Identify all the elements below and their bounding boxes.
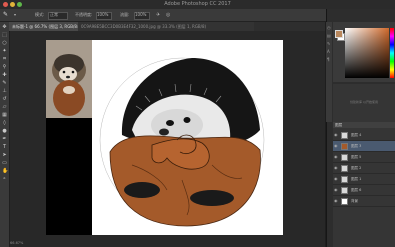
zoom-status: 66.67% xyxy=(10,241,24,245)
layer-name: 图层 2 xyxy=(351,166,362,170)
layer-row[interactable]: ◉ 图层 2 xyxy=(333,163,395,174)
reference-photo xyxy=(46,40,92,118)
flow-value: 100% xyxy=(135,12,147,17)
tab-document-2[interactable]: 0C9A98E5BCC3D0B3E4F32_1000.jpg @ 33.3% (… xyxy=(78,22,254,31)
move-icon[interactable]: ✥ xyxy=(2,25,7,30)
color-picker-field[interactable] xyxy=(345,28,389,78)
layer-name: 图层 1 xyxy=(351,177,362,181)
layer-name: 图层 5 xyxy=(351,155,362,159)
tab-document-1[interactable]: 未标题-1 @ 66.7% (图层 3, RGB/8#) xyxy=(9,22,83,31)
path-select-icon[interactable]: ➤ xyxy=(2,153,7,158)
layer-thumbnail xyxy=(341,176,348,183)
layer-name: 图层 6 xyxy=(351,188,362,192)
panel-icon-strip: ◷ ▤ ✎ A ¶ xyxy=(326,22,332,122)
tab-label: 0C9A98E5BCC3D0B3E4F32_1000.jpg @ 33.3% (… xyxy=(81,24,207,29)
brush-icon[interactable]: ✎ xyxy=(3,11,8,19)
dodge-icon[interactable]: ● xyxy=(2,129,7,134)
layer-row[interactable]: ◉ 图层 5 xyxy=(333,152,395,163)
gradient-icon[interactable]: ▦ xyxy=(2,113,7,118)
visibility-eye-icon[interactable]: ◉ xyxy=(334,177,338,181)
crop-icon[interactable]: ⌗ xyxy=(2,57,7,62)
layer-name: 图层 4 xyxy=(351,133,362,137)
healing-icon[interactable]: ✚ xyxy=(2,73,7,78)
layer-row[interactable]: ◉ 图层 6 xyxy=(333,185,395,196)
paragraph-icon[interactable]: ¶ xyxy=(327,58,331,62)
history-brush-icon[interactable]: ↺ xyxy=(2,97,7,102)
layer-row[interactable]: ◉ 图层 3 xyxy=(333,141,395,152)
visibility-eye-icon[interactable]: ◉ xyxy=(334,199,338,203)
visibility-eye-icon[interactable]: ◉ xyxy=(334,155,338,159)
pen-icon[interactable]: ✒ xyxy=(2,137,7,142)
opacity-value: 100% xyxy=(97,12,109,17)
history-icon[interactable]: ◷ xyxy=(327,26,331,30)
layer-thumbnail xyxy=(341,143,348,150)
hue-slider[interactable] xyxy=(390,28,394,78)
libraries-empty-message: 创建新库 以开始使用 xyxy=(350,100,378,104)
marquee-icon[interactable]: ⬚ xyxy=(2,33,7,38)
layer-name: 背景 xyxy=(351,199,358,203)
hedgehog-artwork xyxy=(99,57,265,227)
brush-size-control[interactable]: ▾ xyxy=(14,11,16,19)
airbrush-icon[interactable]: ✈ xyxy=(156,11,160,19)
eyedropper-icon[interactable]: ⚲ xyxy=(2,65,7,70)
brush-panel-icon[interactable]: ✎ xyxy=(327,42,331,46)
layer-name: 图层 3 xyxy=(351,144,362,148)
lasso-icon[interactable]: ○ xyxy=(2,41,7,46)
properties-icon[interactable]: ▤ xyxy=(327,34,331,38)
opacity-label: 不透明度: xyxy=(75,12,93,17)
layer-thumbnail xyxy=(341,165,348,172)
app-title: Adobe Photoshop CC 2017 xyxy=(164,1,231,7)
layer-row[interactable]: ◉ 背景 xyxy=(333,196,395,207)
tab-label: 未标题-1 @ 66.7% (图层 3, RGB/8#) xyxy=(12,24,82,29)
eraser-icon[interactable]: ▱ xyxy=(2,105,7,110)
layer-thumbnail xyxy=(341,187,348,194)
hand-icon[interactable]: ✋ xyxy=(2,169,8,174)
black-fill-area xyxy=(46,118,92,235)
stamp-icon[interactable]: ⊥ xyxy=(2,89,7,94)
layer-row[interactable]: ◉ 图层 1 xyxy=(333,174,395,185)
visibility-eye-icon[interactable]: ◉ xyxy=(334,166,338,170)
layer-thumbnail xyxy=(341,154,348,161)
character-icon[interactable]: A xyxy=(327,50,331,54)
mode-label: 模式: xyxy=(35,12,45,17)
shape-icon[interactable]: ▭ xyxy=(2,161,7,166)
visibility-eye-icon[interactable]: ◉ xyxy=(334,188,338,192)
foreground-color-swatch[interactable] xyxy=(335,30,343,38)
zoom-icon[interactable]: ⚬ xyxy=(2,177,7,182)
type-icon[interactable]: T xyxy=(2,145,7,150)
visibility-eye-icon[interactable]: ◉ xyxy=(334,144,338,148)
layer-row[interactable]: ◉ 图层 4 xyxy=(333,130,395,141)
magic-wand-icon[interactable]: ✦ xyxy=(2,49,7,54)
visibility-eye-icon[interactable]: ◉ xyxy=(334,133,338,137)
flow-label: 流量: xyxy=(120,12,130,17)
blur-icon[interactable]: ◊ xyxy=(2,121,7,126)
mode-value: 正常 xyxy=(50,12,58,17)
layer-thumbnail xyxy=(341,132,348,139)
brush-icon[interactable]: ✎ xyxy=(2,81,7,86)
layers-panel-header: 图层 xyxy=(333,122,395,128)
layer-thumbnail xyxy=(341,198,348,205)
pressure-icon[interactable]: ◎ xyxy=(166,11,170,19)
